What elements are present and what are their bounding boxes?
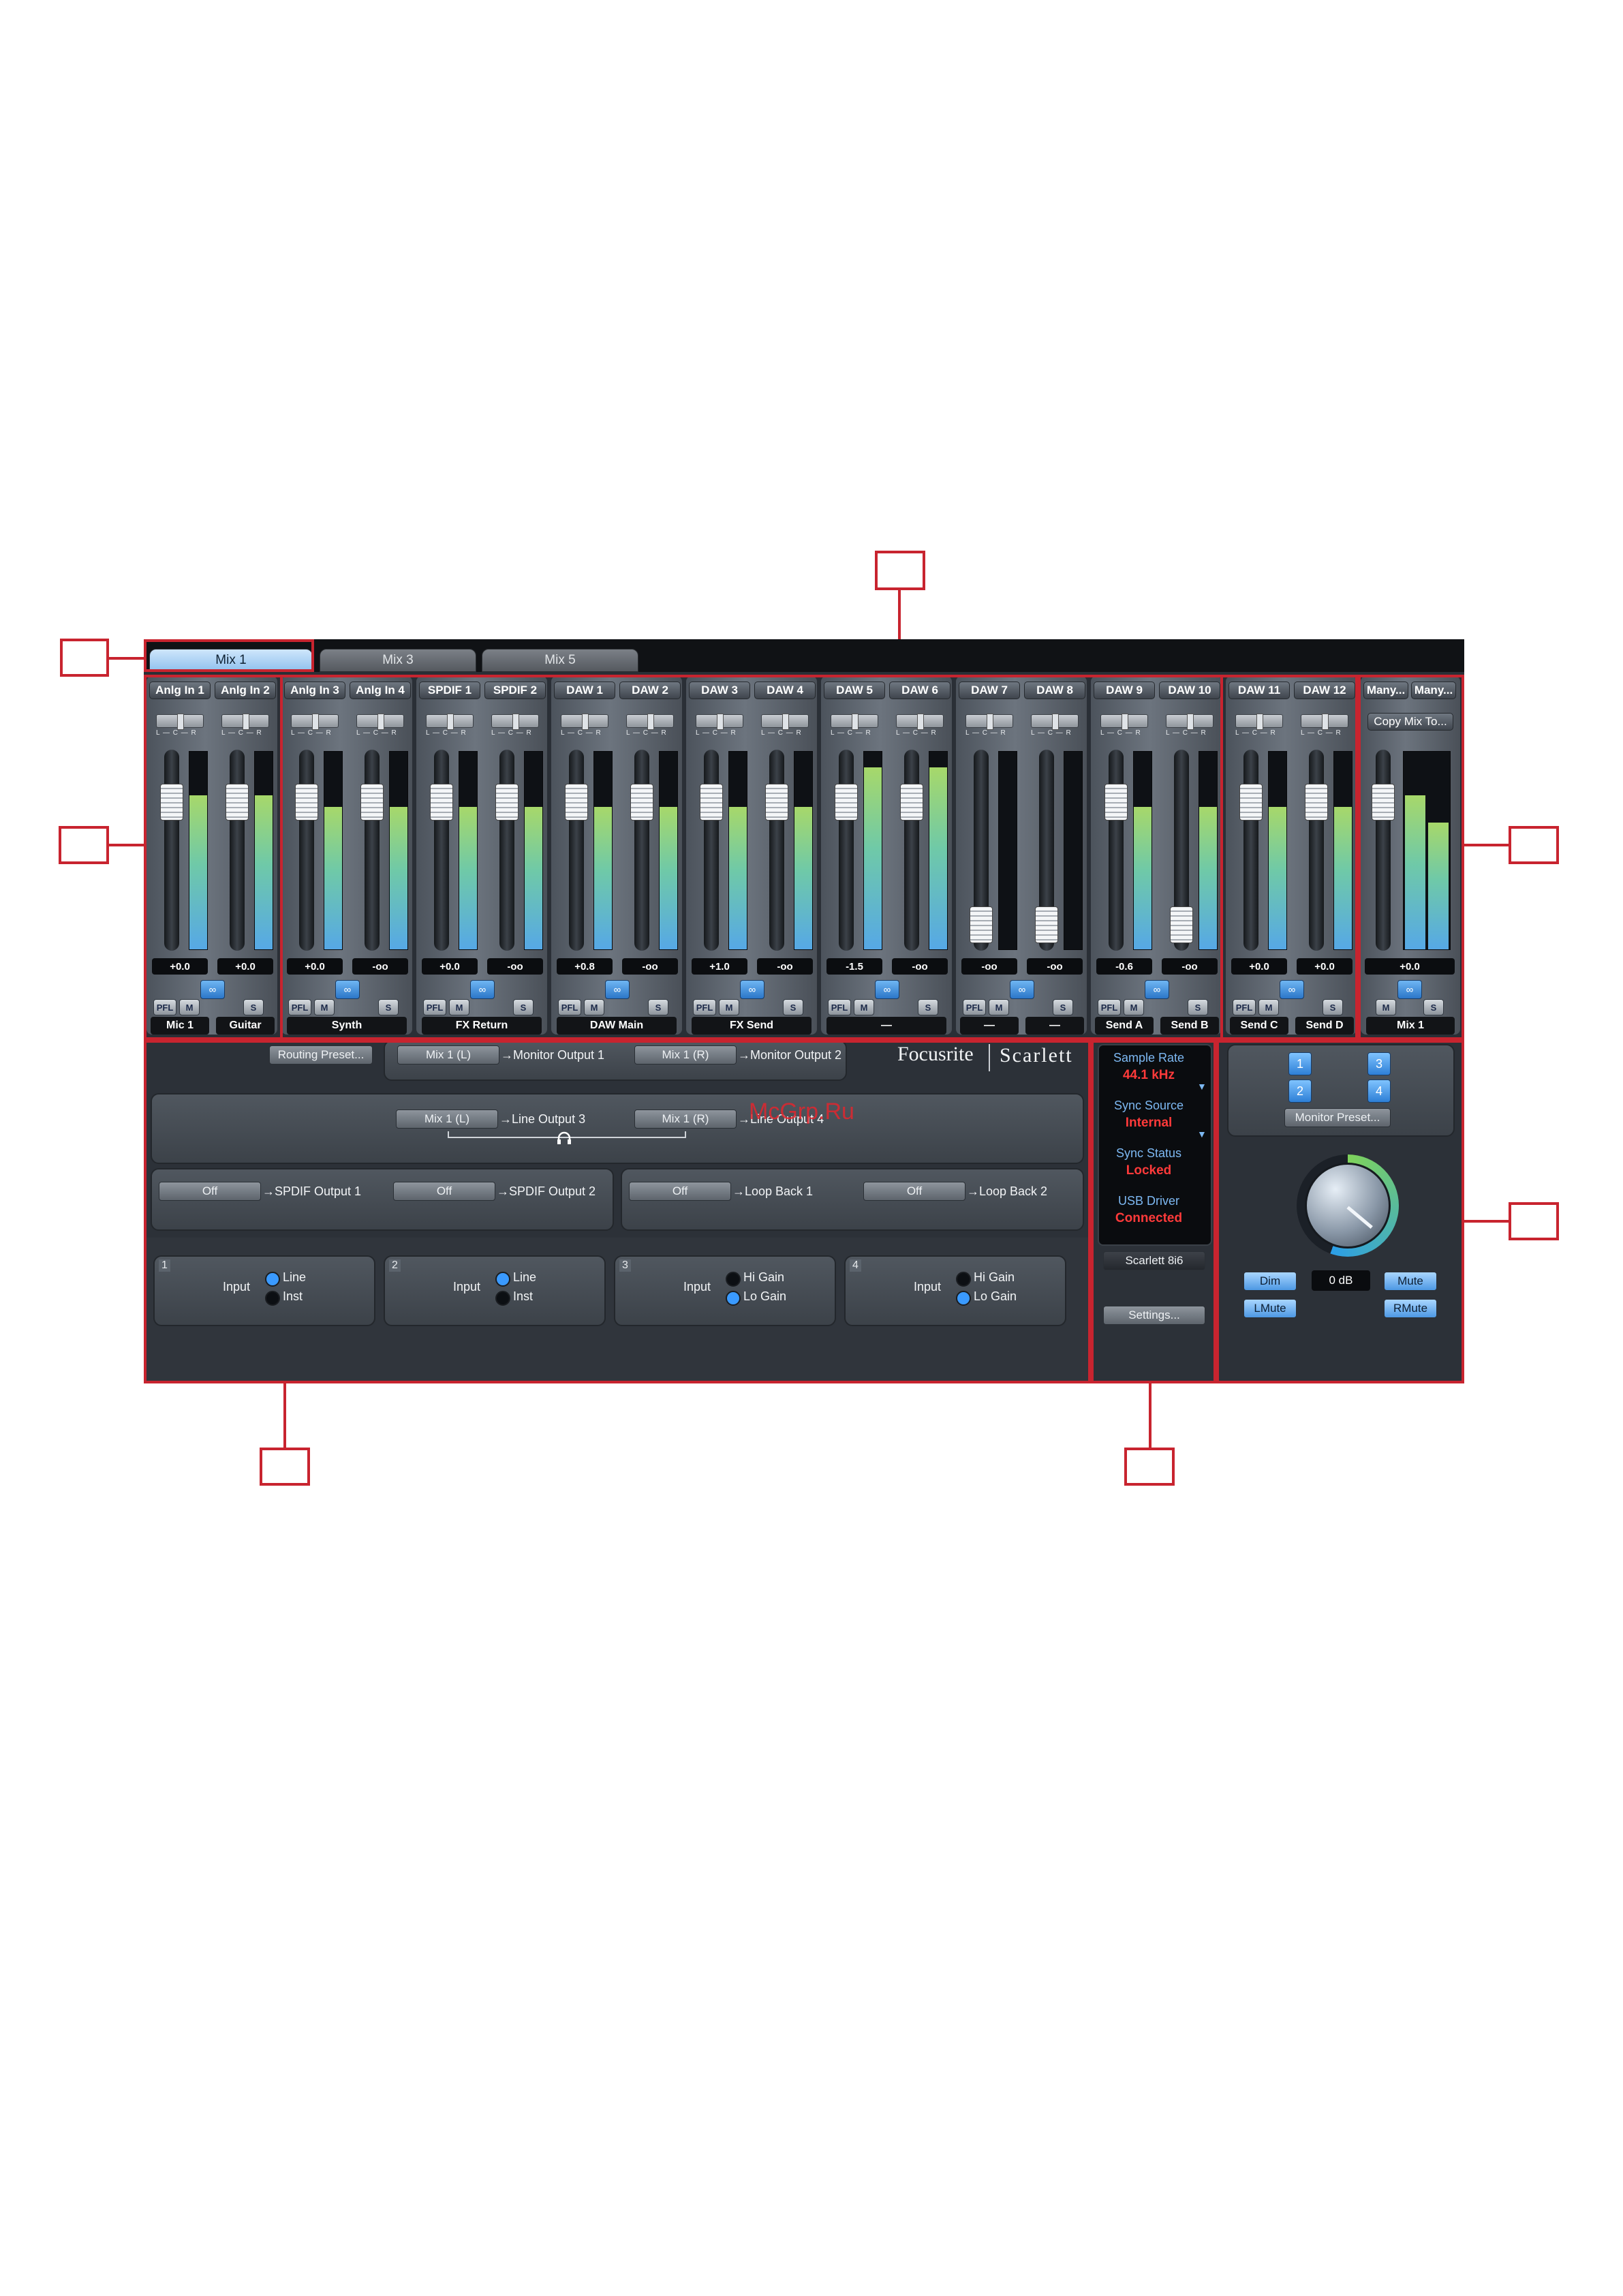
tab-mix-5[interactable]: Mix 5	[482, 649, 638, 672]
highlight-send-strips	[1220, 675, 1358, 1040]
callout-box-routing	[260, 1448, 310, 1486]
callout-line	[109, 844, 144, 846]
callout-line	[1463, 844, 1509, 846]
callout-box-status	[1124, 1448, 1175, 1486]
tab-mix-3[interactable]: Mix 3	[320, 649, 476, 672]
mixcontrol-window: Mix 1 Mix 3 Mix 5 Anlg In 1L — C — R +0.0…	[144, 639, 1464, 1383]
callout-line	[109, 657, 144, 660]
highlight-status	[1091, 1040, 1216, 1383]
callout-box-top	[875, 551, 925, 590]
highlight-all-strips	[144, 675, 1358, 1040]
highlight-routing	[144, 1040, 1091, 1383]
callout-line	[283, 1383, 286, 1448]
callout-box-master	[1509, 826, 1559, 864]
callout-box-inputs	[59, 826, 109, 864]
callout-line	[898, 590, 901, 639]
highlight-monitor	[1216, 1040, 1464, 1383]
callout-line	[1463, 1220, 1509, 1223]
callout-line	[1149, 1383, 1151, 1448]
highlight-master-strip	[1358, 675, 1464, 1040]
callout-box-monitor	[1509, 1202, 1559, 1240]
highlight-tab	[144, 639, 314, 672]
callout-box-tabs	[60, 639, 109, 677]
mix-tab-bar: Mix 1 Mix 3 Mix 5	[144, 639, 1464, 672]
